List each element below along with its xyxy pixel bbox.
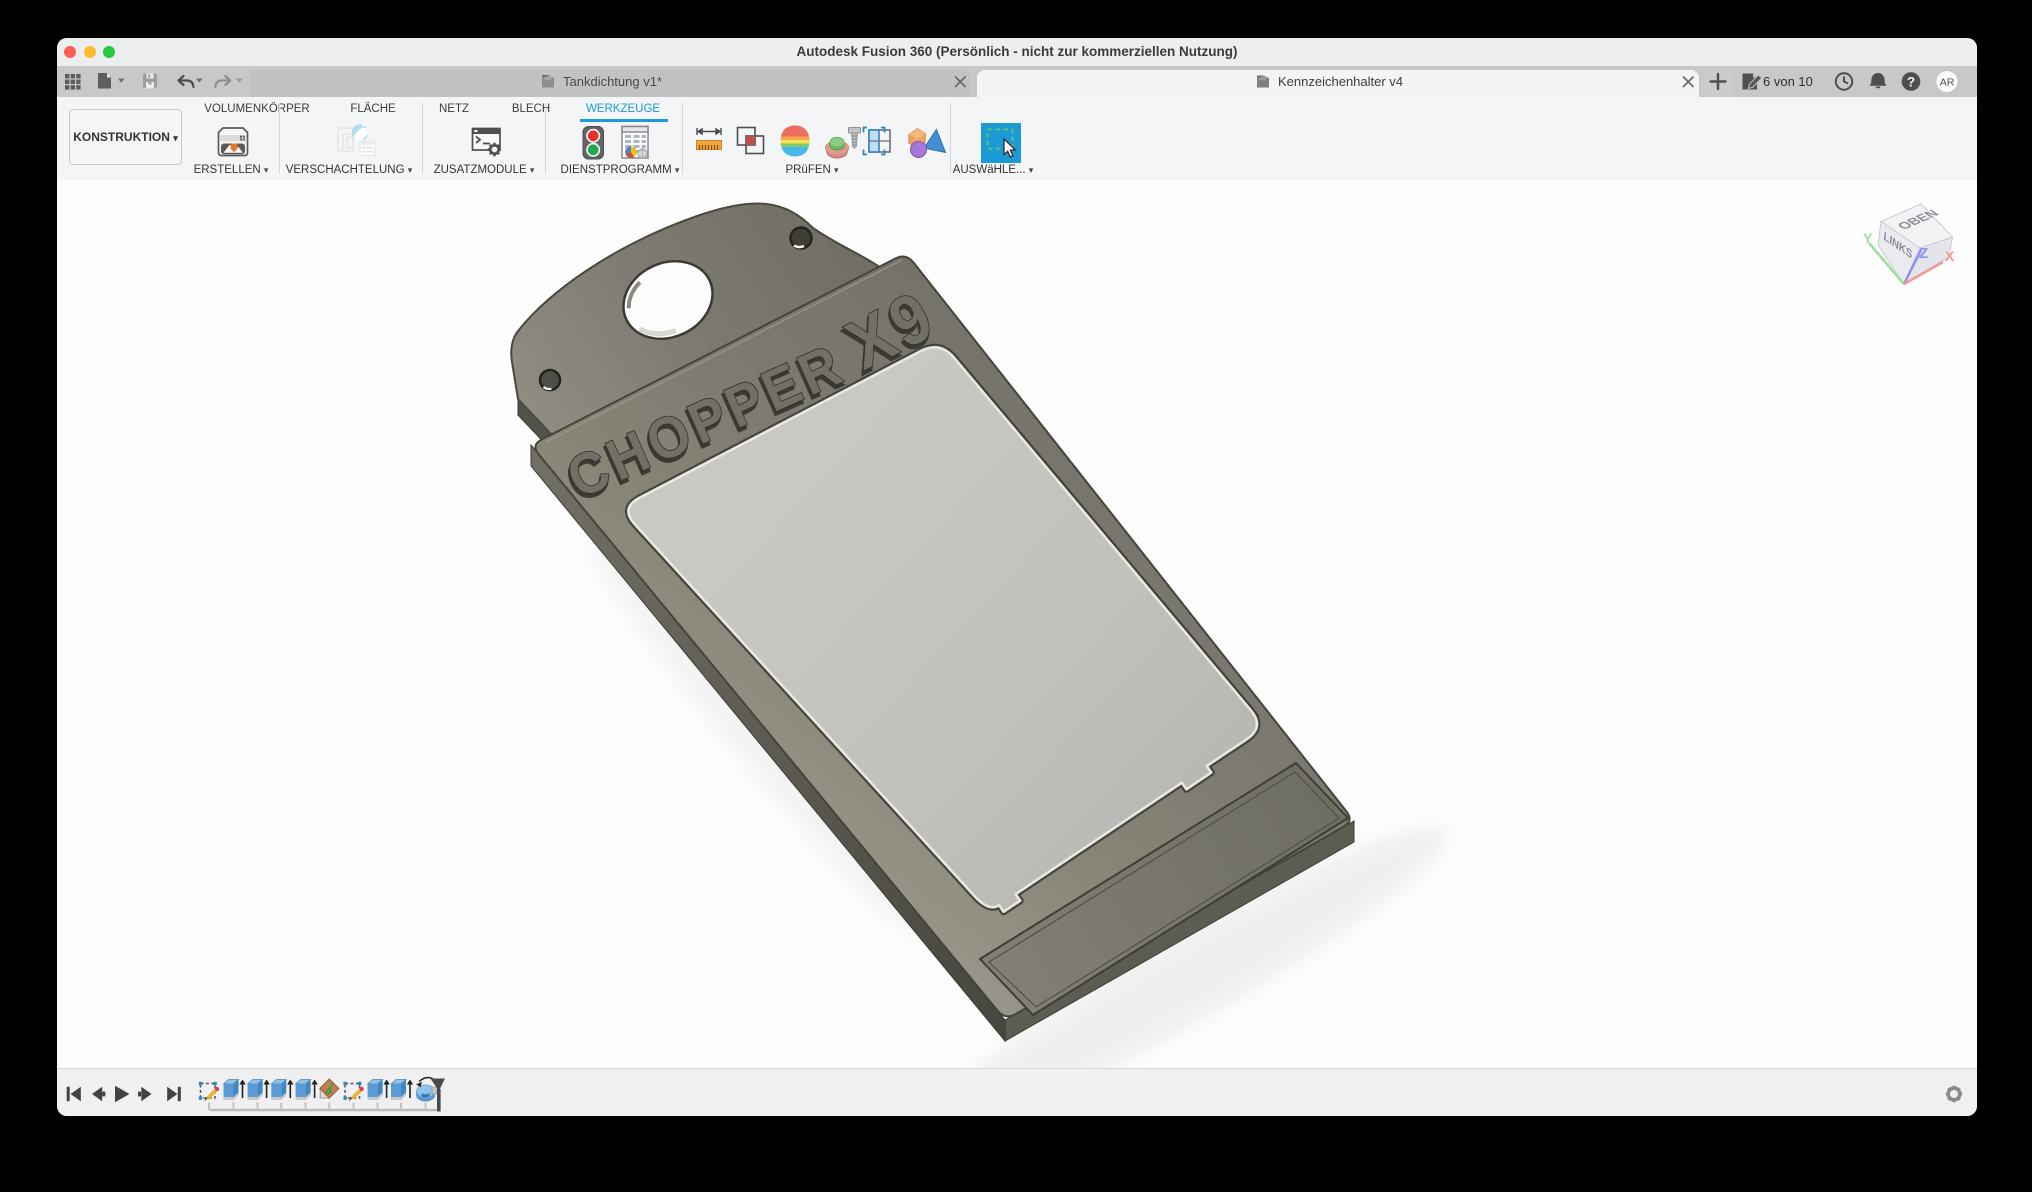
svg-text:Y: Y — [1863, 230, 1873, 246]
svg-text:X: X — [1945, 248, 1955, 264]
svg-text:?: ? — [1907, 74, 1915, 89]
svg-text:AR: AR — [1940, 76, 1955, 88]
svg-text:Z: Z — [1919, 245, 1928, 262]
